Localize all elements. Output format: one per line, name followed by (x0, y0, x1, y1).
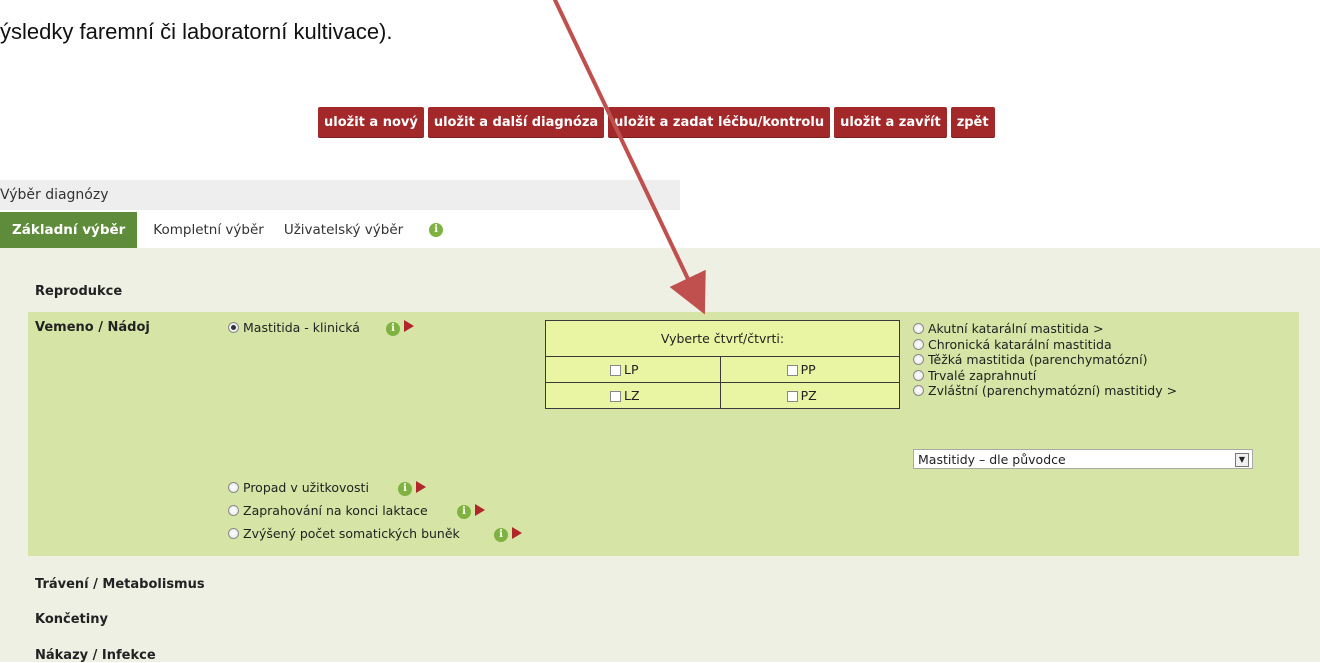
diagnosis-mastitida-option[interactable]: Mastitida - klinická (228, 320, 360, 335)
radio-button[interactable] (913, 323, 924, 334)
category-koncetiny[interactable]: Končetiny (35, 612, 108, 627)
save-close-button[interactable]: uložit a zavřít (834, 107, 947, 138)
radio-button[interactable] (913, 369, 924, 381)
quarter-lp-label: LP (624, 362, 639, 378)
save-next-diagnosis-button[interactable]: uložit a další diagnóza (427, 107, 605, 138)
play-arrow-icon[interactable] (404, 320, 414, 332)
tab-complete[interactable]: Kompletní výběr (143, 212, 274, 248)
radio-propad[interactable] (228, 482, 239, 493)
tab-user[interactable]: Uživatelský výběr (273, 212, 414, 248)
pathogen-select-value: Mastitidy – dle původce (918, 452, 1066, 467)
info-icon[interactable]: i (429, 223, 444, 237)
back-button[interactable]: zpět (950, 107, 995, 138)
tab-bar: Základní výběr Kompletní výběr Uživatels… (0, 212, 460, 248)
radio-zvyseny[interactable] (228, 528, 239, 539)
caption-text: ýsledky faremní či laboratorní kultivace… (0, 19, 393, 44)
mastitis-type-label: Trvalé zaprahnutí (928, 367, 1037, 383)
diagnosis-zaprahovani-label: Zaprahování na konci laktace (243, 503, 428, 518)
mastitis-type-list: Akutní katarální mastitida > Chronická k… (913, 321, 1177, 399)
radio-button[interactable] (913, 354, 924, 366)
mastitis-type-option[interactable]: Trvalé zaprahnutí (913, 368, 1177, 384)
category-nakazy[interactable]: Nákazy / Infekce (35, 648, 156, 663)
save-new-button[interactable]: uložit a nový (318, 107, 424, 138)
play-arrow-icon[interactable] (475, 504, 485, 516)
category-traveni[interactable]: Trávení / Metabolismus (35, 577, 205, 592)
save-treatment-button[interactable]: uložit a zadat léčbu/kontrolu (608, 107, 831, 138)
diagnosis-zaprahovani-option[interactable]: Zaprahování na konci laktace (228, 503, 428, 518)
radio-mastitida[interactable] (228, 322, 239, 333)
chevron-down-icon[interactable]: ▼ (1235, 453, 1249, 467)
play-arrow-icon[interactable] (416, 481, 426, 493)
checkbox-lz[interactable] (610, 391, 621, 403)
mastitis-type-option[interactable]: Akutní katarální mastitida > (913, 321, 1177, 337)
quarter-pp-label: PP (800, 362, 816, 378)
info-icon[interactable]: i (398, 482, 412, 496)
info-icon[interactable]: i (457, 505, 471, 519)
radio-zaprahovani[interactable] (228, 505, 239, 516)
action-toolbar: uložit a nový uložit a další diagnóza ul… (318, 107, 995, 138)
category-reprodukce[interactable]: Reprodukce (35, 284, 122, 299)
info-icon[interactable]: i (386, 322, 400, 336)
radio-button[interactable] (913, 338, 924, 350)
play-arrow-icon[interactable] (512, 527, 522, 539)
mastitis-type-option[interactable]: Těžká mastitida (parenchymatózní) (913, 352, 1177, 368)
mastitis-type-option[interactable]: Zvláštní (parenchymatózní) mastitidy > (913, 383, 1177, 399)
tab-info[interactable]: i (413, 212, 460, 248)
category-vemeno[interactable]: Vemeno / Nádoj (35, 320, 150, 335)
mastitis-type-label: Zvláštní (parenchymatózní) mastitidy > (928, 383, 1178, 399)
quarter-pz-label: PZ (800, 388, 817, 404)
diagnosis-propad-label: Propad v užitkovosti (243, 480, 369, 495)
mastitis-type-label: Chronická katarální mastitida (928, 336, 1112, 352)
section-title: Výběr diagnózy (0, 187, 109, 203)
quarter-lz[interactable]: LZ (545, 382, 721, 409)
mastitis-type-option[interactable]: Chronická katarální mastitida (913, 337, 1177, 353)
checkbox-pz[interactable] (786, 391, 798, 403)
quarter-selection-table: Vyberte čtvrť/čtvrti: LP PP LZ PZ (545, 319, 901, 409)
diagnosis-zvyseny-option[interactable]: Zvýšený počet somatických buněk (228, 526, 460, 541)
checkbox-pp[interactable] (786, 365, 798, 377)
quarter-header: Vyberte čtvrť/čtvrti: (545, 319, 900, 358)
diagnosis-propad-option[interactable]: Propad v užitkovosti (228, 480, 369, 495)
radio-button[interactable] (913, 385, 924, 397)
checkbox-lp[interactable] (610, 365, 621, 377)
pathogen-select[interactable]: Mastitidy – dle původce ▼ (913, 449, 1253, 469)
tab-basic[interactable]: Základní výběr (0, 212, 138, 248)
info-icon[interactable]: i (494, 528, 508, 542)
quarter-lz-label: LZ (624, 388, 640, 404)
mastitis-type-label: Těžká mastitida (parenchymatózní) (928, 352, 1148, 368)
quarter-pp[interactable]: PP (719, 356, 901, 384)
quarter-lp[interactable]: LP (545, 356, 721, 384)
diagnosis-zvyseny-label: Zvýšený počet somatických buněk (243, 526, 460, 541)
mastitis-type-label: Akutní katarální mastitida > (928, 321, 1104, 336)
diagnosis-mastitida-label: Mastitida - klinická (243, 320, 360, 335)
quarter-pz[interactable]: PZ (719, 382, 901, 409)
